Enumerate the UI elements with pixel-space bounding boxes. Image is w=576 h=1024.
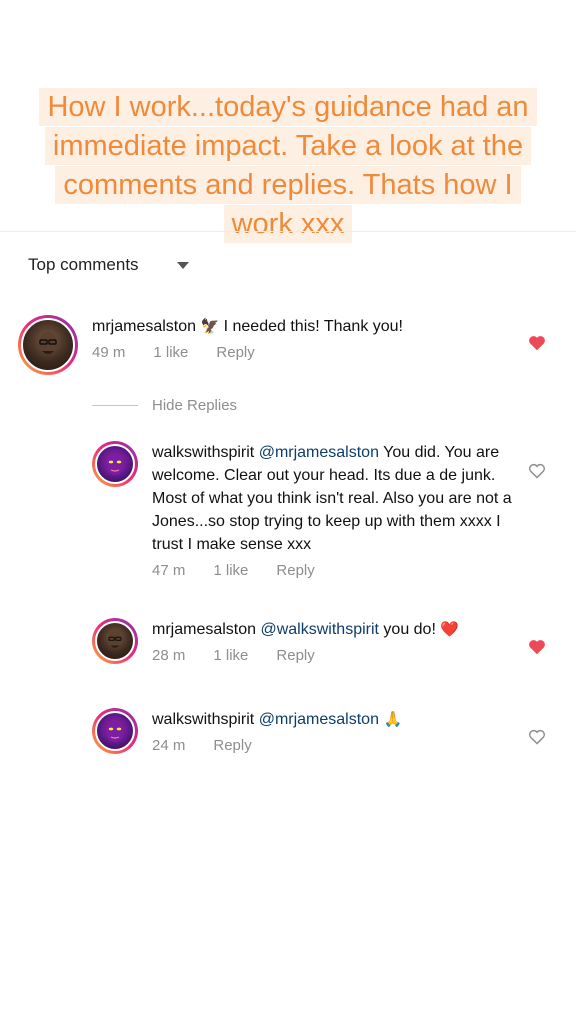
avatar-image bbox=[95, 444, 135, 484]
heart-emoji: ❤️ bbox=[440, 621, 460, 638]
comment-item: mrjamesalston 🦅 I needed this! Thank you… bbox=[18, 315, 492, 375]
sort-label: Top comments bbox=[28, 255, 139, 274]
reply-item: walkswithspirit @mrjamesalston You did. … bbox=[92, 441, 512, 579]
comment-text: mrjamesalston 🦅 I needed this! Thank you… bbox=[92, 315, 492, 338]
mention-link[interactable]: @mrjamesalston bbox=[259, 711, 379, 728]
comment-username[interactable]: mrjamesalston bbox=[92, 318, 196, 335]
reply-item: walkswithspirit @mrjamesalston 🙏 24 m Re… bbox=[92, 708, 522, 754]
chevron-down-icon[interactable] bbox=[176, 261, 189, 269]
avatar[interactable] bbox=[92, 708, 138, 754]
comment-likes[interactable]: 1 like bbox=[213, 562, 248, 579]
heart-outline-icon[interactable] bbox=[528, 463, 546, 484]
avatar[interactable] bbox=[92, 618, 138, 664]
comment-meta: 47 m 1 like Reply bbox=[152, 562, 512, 579]
avatar-image bbox=[95, 711, 135, 751]
heart-filled-icon[interactable] bbox=[528, 639, 546, 660]
mention-link[interactable]: @mrjamesalston bbox=[259, 444, 379, 461]
mention-link[interactable]: @walkswithspirit bbox=[260, 621, 378, 638]
comment-meta: 49 m 1 like Reply bbox=[92, 344, 492, 361]
comment-likes[interactable]: 1 like bbox=[213, 647, 248, 664]
reply-button[interactable]: Reply bbox=[213, 737, 251, 754]
comment-time: 28 m bbox=[152, 647, 186, 664]
story-caption: How I work...today's guidance had an imm… bbox=[30, 88, 546, 244]
comment-likes[interactable]: 1 like bbox=[153, 344, 188, 361]
comment-text: mrjamesalston @walkswithspirit you do! ❤… bbox=[152, 618, 522, 641]
comment-text: walkswithspirit @mrjamesalston You did. … bbox=[152, 441, 512, 556]
comment-text: walkswithspirit @mrjamesalston 🙏 bbox=[152, 708, 522, 731]
spirit-face-icon bbox=[106, 453, 124, 475]
divider bbox=[0, 231, 576, 232]
comment-meta: 28 m 1 like Reply bbox=[152, 647, 522, 664]
avatar[interactable] bbox=[92, 441, 138, 487]
hide-replies-line bbox=[92, 405, 138, 406]
reply-button[interactable]: Reply bbox=[276, 647, 314, 664]
praying-hands-emoji: 🙏 bbox=[383, 711, 403, 728]
comment-username[interactable]: walkswithspirit bbox=[152, 711, 254, 728]
eagle-emoji: 🦅 bbox=[200, 318, 220, 335]
hide-replies-label: Hide Replies bbox=[152, 397, 238, 414]
person-icon bbox=[108, 631, 122, 648]
comment-time: 49 m bbox=[92, 344, 126, 361]
comment-username[interactable]: walkswithspirit bbox=[152, 444, 254, 461]
avatar[interactable] bbox=[18, 315, 78, 375]
hide-replies-button[interactable]: Hide Replies bbox=[92, 397, 237, 414]
sort-dropdown[interactable]: Top comments bbox=[28, 255, 189, 275]
comment-body: you do! bbox=[378, 621, 441, 638]
spirit-face-icon bbox=[106, 720, 124, 742]
comment-meta: 24 m Reply bbox=[152, 737, 522, 754]
avatar-image bbox=[21, 318, 75, 372]
avatar-image bbox=[95, 621, 135, 661]
story-caption-text: How I work...today's guidance had an imm… bbox=[39, 88, 537, 243]
reply-button[interactable]: Reply bbox=[216, 344, 254, 361]
comment-time: 24 m bbox=[152, 737, 186, 754]
comment-time: 47 m bbox=[152, 562, 186, 579]
comment-username[interactable]: mrjamesalston bbox=[152, 621, 256, 638]
reply-button[interactable]: Reply bbox=[276, 562, 314, 579]
heart-filled-icon[interactable] bbox=[528, 335, 546, 356]
comment-body: I needed this! Thank you! bbox=[219, 318, 403, 335]
person-icon bbox=[39, 332, 57, 354]
reply-item: mrjamesalston @walkswithspirit you do! ❤… bbox=[92, 618, 522, 664]
heart-outline-icon[interactable] bbox=[528, 729, 546, 750]
